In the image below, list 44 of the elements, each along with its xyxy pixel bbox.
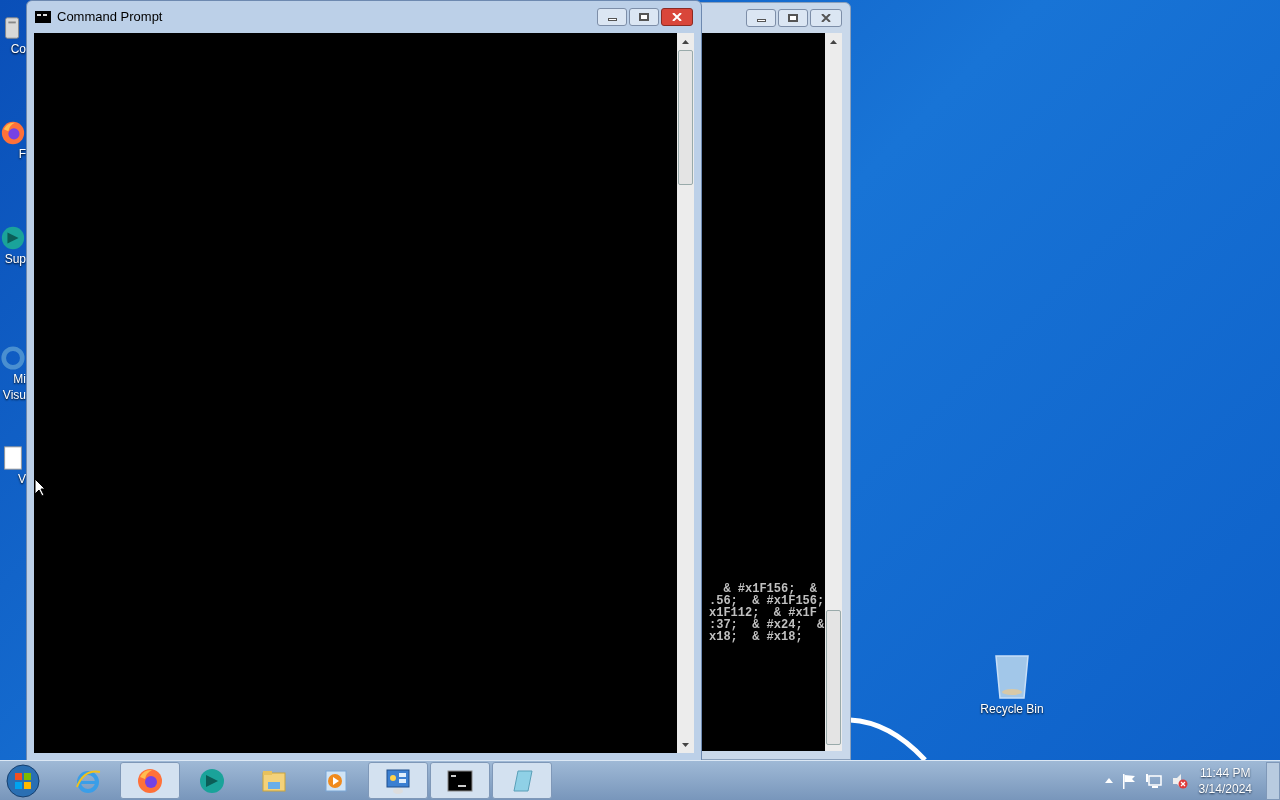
window-title: Command Prompt — [57, 8, 164, 27]
desktop-icon-label[interactable]: Co — [10, 41, 26, 57]
mouse-cursor-icon — [34, 478, 46, 497]
globe-icon — [0, 225, 26, 251]
desktop-icon-label[interactable]: Mi Visu — [2, 371, 26, 403]
firefox-icon — [0, 120, 26, 146]
scrollbar[interactable] — [677, 33, 694, 753]
down-arrow-icon — [682, 742, 689, 747]
minimize-button[interactable] — [746, 9, 776, 27]
close-icon — [672, 13, 682, 21]
flag-icon — [1120, 772, 1137, 789]
terminal-icon — [35, 11, 51, 23]
minimize-button[interactable] — [597, 8, 627, 26]
scroll-thumb[interactable] — [678, 50, 693, 185]
taskbar-button[interactable] — [430, 762, 490, 799]
up-arrow-icon — [682, 39, 689, 44]
muted-speaker-icon — [1170, 772, 1189, 789]
maximize-button[interactable] — [778, 9, 808, 27]
loop-icon — [0, 345, 26, 371]
show-hidden-icons-icon — [1104, 778, 1113, 783]
console-line: & #x1F156; & — [723, 583, 818, 595]
recycle-bin-label[interactable]: Recycle Bin — [980, 700, 1044, 718]
close-button[interactable] — [661, 8, 693, 26]
network-icon — [1144, 772, 1163, 789]
console-line: x18; & #x18; — [709, 631, 804, 643]
console-line: x1F112; & #x1F — [709, 607, 818, 619]
clock-date: 3/14/2024 — [1198, 780, 1252, 797]
windows-logo-icon — [6, 763, 40, 798]
scrollbar[interactable] — [825, 33, 842, 751]
console-line: .56; & #x1F156; — [709, 595, 825, 607]
desktop-icon-label[interactable]: F — [18, 146, 26, 162]
recycle-bin-icon — [992, 652, 1032, 700]
scroll-thumb[interactable] — [826, 610, 841, 745]
control-panel-icon — [384, 766, 412, 795]
close-icon — [821, 14, 831, 22]
close-button[interactable] — [810, 9, 842, 27]
globe-icon — [198, 766, 226, 795]
desktop-icon-label[interactable]: V — [18, 471, 26, 487]
up-arrow-icon — [830, 39, 837, 44]
console-line: :37; & #x24; & — [709, 619, 825, 631]
maximize-button[interactable] — [629, 8, 659, 26]
desktop-icon-label[interactable]: Sup — [4, 251, 26, 267]
clock-time: 11:44 PM — [1200, 764, 1251, 781]
firefox-icon — [136, 766, 164, 795]
